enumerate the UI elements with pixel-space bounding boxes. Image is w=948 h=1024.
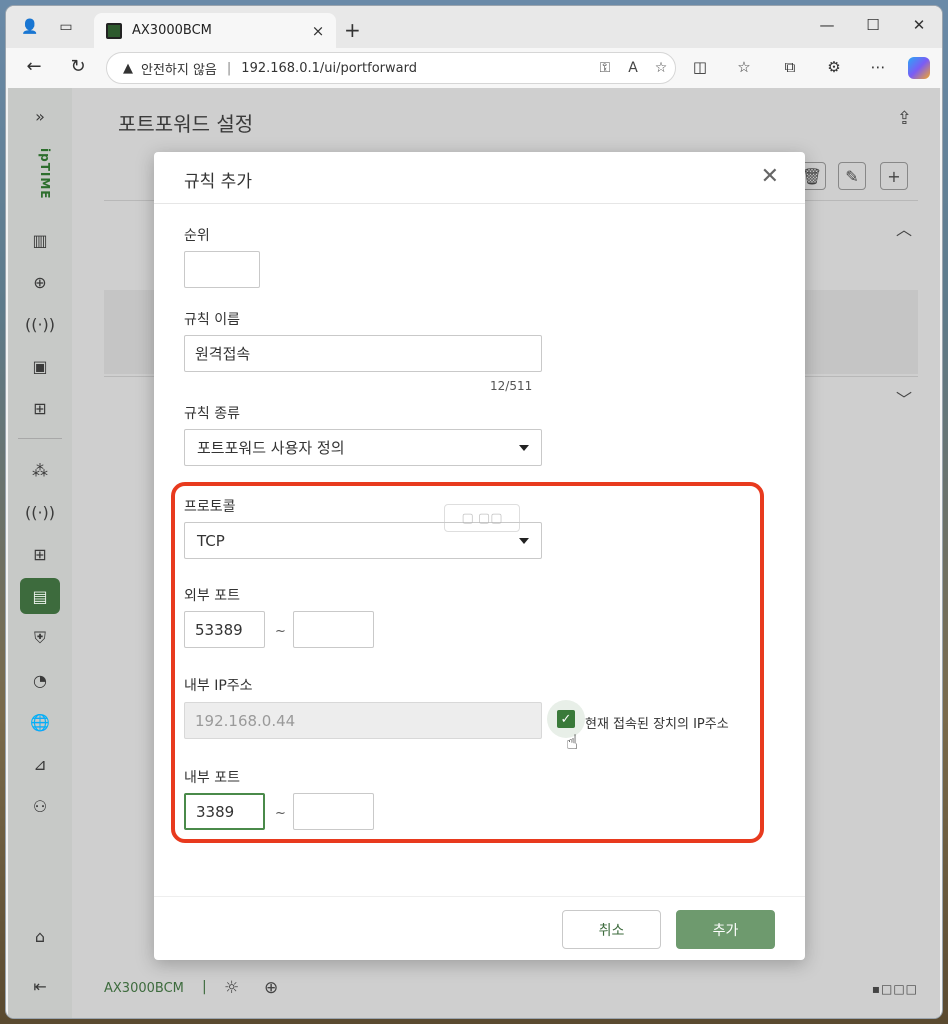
external-port-tilde: ~ — [275, 624, 286, 639]
page-title: 포트포워드 설정 — [118, 112, 254, 136]
internal-port-label: 내부 포트 — [184, 770, 240, 786]
chevron-up-icon[interactable]: ︿ — [896, 216, 912, 240]
iptime-logo: ipTIME — [38, 148, 52, 200]
status-chart-icon[interactable]: ▥ — [20, 222, 60, 258]
mesh-icon[interactable]: ⁂ — [20, 452, 60, 488]
tab-active[interactable]: AX3000BCM × — [94, 13, 336, 48]
tab-title: AX3000BCM — [132, 23, 212, 38]
external-port-to-input[interactable] — [293, 611, 374, 648]
admin-user-icon[interactable]: ⚇ — [20, 788, 60, 824]
security-label[interactable]: 안전하지 않음 — [141, 59, 217, 78]
address-bar: ← ↻ ▲ 안전하지 않음 | 192.168.0.1/ui/portforwa… — [6, 48, 942, 88]
priority-input[interactable] — [184, 251, 260, 288]
internal-port-to-input[interactable] — [293, 793, 374, 830]
home-icon[interactable]: ⌂ — [20, 918, 60, 954]
rule-type-label: 규칙 종류 — [184, 406, 240, 422]
share-icon[interactable]: ⇪ — [897, 108, 912, 129]
rule-name-input[interactable] — [184, 335, 542, 372]
tab-close-icon[interactable]: × — [308, 22, 328, 40]
rule-type-select[interactable]: 포트포워드 사용자 정의 — [184, 429, 542, 466]
port-forward-icon[interactable]: ▤ — [20, 578, 60, 614]
warning-icon[interactable]: ▲ — [123, 61, 133, 76]
url-separator: | — [226, 60, 232, 76]
network-tree-icon[interactable]: ⊞ — [20, 390, 60, 426]
new-tab-button[interactable]: + — [344, 18, 361, 42]
layout-icon[interactable]: ▪□□□ — [872, 982, 918, 996]
language-icon[interactable]: ⊕ — [264, 978, 278, 998]
external-port-from-input[interactable] — [184, 611, 265, 648]
back-icon[interactable]: ← — [22, 56, 46, 77]
hand-cursor-icon: ☝ — [566, 730, 579, 754]
add-button[interactable]: 추가 — [676, 910, 775, 949]
favorites-icon[interactable]: ☆ — [732, 58, 756, 76]
dialog-header: 규칙 추가 ✕ — [154, 152, 805, 204]
extensions-icon[interactable]: ⚙ — [822, 58, 846, 76]
dialog-footer-divider — [154, 896, 805, 897]
cancel-button[interactable]: 취소 — [562, 910, 661, 949]
expand-icon[interactable]: » — [20, 98, 60, 134]
more-icon[interactable]: ⋯ — [866, 58, 890, 76]
window-close-button[interactable]: ✕ — [904, 16, 934, 34]
browser-window: 👤 ▭ AX3000BCM × + — ☐ ✕ ← ↻ ▲ 안전하지 않음 | … — [6, 6, 942, 1018]
security-shield-icon[interactable]: ⛨ — [20, 620, 60, 656]
logout-icon[interactable]: ⇤ — [20, 968, 60, 1004]
favorite-star-icon[interactable]: ☆ — [647, 60, 675, 76]
internal-ip-input[interactable] — [184, 702, 542, 739]
read-aloud-icon[interactable]: A — [619, 60, 647, 76]
tab-bar: 👤 ▭ AX3000BCM × + — ☐ ✕ — [6, 6, 942, 48]
tab-actions-icon[interactable]: ▭ — [56, 17, 76, 37]
current-device-ip-checkbox[interactable]: ✓ — [557, 710, 575, 728]
theme-sun-icon[interactable]: ☼ — [224, 978, 239, 998]
rule-type-value: 포트포워드 사용자 정의 — [197, 439, 345, 457]
check-icon: ✓ — [560, 711, 572, 727]
chevron-down-icon[interactable]: ﹀ — [896, 386, 912, 410]
sidebar: » ipTIME ▥ ⊕ ((·)) ▣ ⊞ ⁂ ((·)) ⊞ ▤ ⛨ ◔ 🌐… — [8, 88, 72, 1018]
device-icon[interactable]: ▣ — [20, 348, 60, 384]
priority-label: 순위 — [184, 228, 210, 244]
profile-icon[interactable]: 👤 — [20, 17, 40, 37]
caret-down-icon — [519, 444, 529, 451]
maximize-button[interactable]: ☐ — [858, 16, 888, 34]
internal-port-tilde: ~ — [275, 806, 286, 821]
footer-separator: | — [202, 979, 207, 995]
rule-name-label: 규칙 이름 — [184, 312, 240, 328]
network-settings-icon[interactable]: ⊞ — [20, 536, 60, 572]
key-icon[interactable]: ⚿ — [591, 60, 619, 76]
current-device-ip-label[interactable]: 현재 접속된 장치의 IP주소 — [585, 713, 729, 732]
watermark-logo: ▢ ▢▢ — [444, 504, 520, 532]
external-port-label: 외부 포트 — [184, 588, 240, 604]
globe-network-icon[interactable]: 🌐 — [20, 704, 60, 740]
speed-gauge-icon[interactable]: ◔ — [20, 662, 60, 698]
edit-icon[interactable]: ✎ — [838, 162, 866, 190]
add-icon[interactable]: + — [880, 162, 908, 190]
internet-icon[interactable]: ⊕ — [20, 264, 60, 300]
internal-port-from-input[interactable] — [184, 793, 265, 830]
refresh-icon[interactable]: ↻ — [66, 56, 90, 77]
internal-ip-label: 내부 IP주소 — [184, 678, 253, 694]
caret-down-icon — [519, 537, 529, 544]
traffic-chart-icon[interactable]: ⊿ — [20, 746, 60, 782]
url-bar[interactable]: ▲ 안전하지 않음 | 192.168.0.1/ui/portforward ⚿… — [106, 52, 676, 84]
rule-name-counter: 12/511 — [490, 379, 533, 393]
url-text[interactable]: 192.168.0.1/ui/portforward — [241, 61, 591, 76]
close-icon[interactable]: ✕ — [761, 164, 779, 189]
wireless-settings-icon[interactable]: ((·)) — [20, 494, 60, 530]
wireless-icon[interactable]: ((·)) — [20, 306, 60, 342]
sidebar-divider — [18, 438, 62, 439]
protocol-label: 프로토콜 — [184, 499, 236, 515]
dialog-title: 규칙 추가 — [184, 172, 252, 192]
footer-model: AX3000BCM — [104, 981, 184, 996]
favicon-icon — [106, 22, 122, 39]
add-rule-dialog: 규칙 추가 ✕ 순위 규칙 이름 12/511 규칙 종류 포트포워드 사용자 … — [154, 152, 805, 960]
copilot-icon[interactable] — [908, 57, 930, 79]
minimize-button[interactable]: — — [812, 16, 842, 34]
collections-icon[interactable]: ⧉ — [778, 58, 802, 76]
split-screen-icon[interactable]: ◫ — [688, 58, 712, 76]
protocol-value: TCP — [197, 531, 225, 550]
